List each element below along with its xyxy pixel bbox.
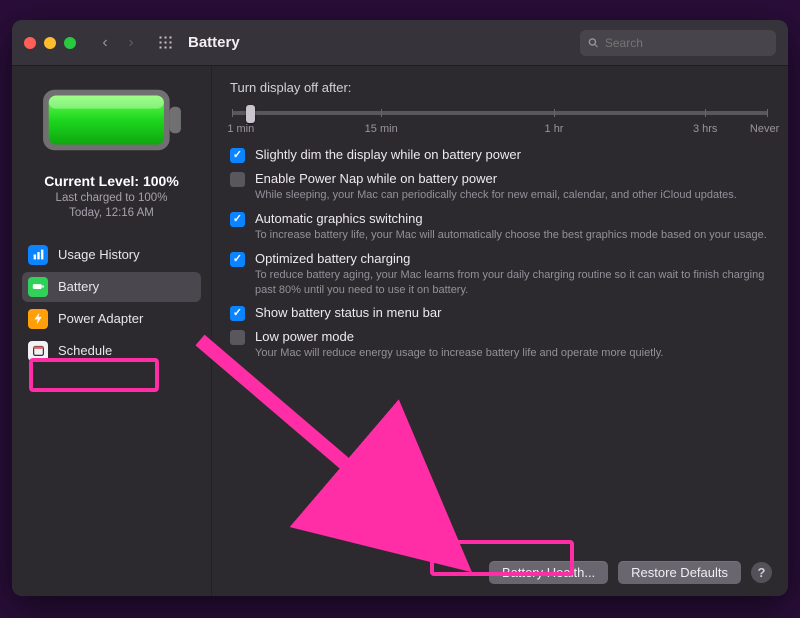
option-label: Low power mode — [255, 329, 663, 344]
option-row: Slightly dim the display while on batter… — [230, 147, 770, 163]
zoom-icon[interactable] — [64, 37, 76, 49]
window-controls — [24, 37, 76, 49]
option-description: To increase battery life, your Mac will … — [255, 228, 767, 243]
search-icon — [588, 37, 599, 49]
battery-meta: Current Level: 100% Last charged to 100%… — [44, 172, 179, 222]
close-icon[interactable] — [24, 37, 36, 49]
sidebar-item-label: Usage History — [58, 247, 140, 262]
sidebar-list: Usage History Battery Power Adapter — [22, 240, 201, 366]
slider-thumb[interactable] — [246, 105, 255, 123]
checkbox[interactable] — [230, 148, 245, 163]
sidebar-item-label: Battery — [58, 279, 99, 294]
sidebar-item-usage-history[interactable]: Usage History — [22, 240, 201, 270]
option-row: Show battery status in menu bar — [230, 305, 770, 321]
option-label: Optimized battery charging — [255, 251, 770, 266]
restore-defaults-button[interactable]: Restore Defaults — [618, 561, 741, 584]
option-description: While sleeping, your Mac can periodicall… — [255, 188, 737, 203]
checkbox[interactable] — [230, 212, 245, 227]
sidebar-item-battery[interactable]: Battery — [22, 272, 201, 302]
calendar-icon — [28, 341, 48, 361]
all-prefs-icon[interactable] — [158, 35, 174, 51]
sidebar-item-schedule[interactable]: Schedule — [22, 336, 201, 366]
option-row: Enable Power Nap while on battery power W… — [230, 171, 770, 203]
sidebar: Current Level: 100% Last charged to 100%… — [12, 66, 212, 596]
search-field[interactable] — [580, 30, 776, 56]
last-charged: Last charged to 100% — [44, 191, 179, 207]
charge-timestamp: Today, 12:16 AM — [44, 206, 179, 222]
battery-health-button[interactable]: Battery Health... — [489, 561, 608, 584]
back-button[interactable]: ‹ — [96, 34, 114, 52]
slider-title: Turn display off after: — [230, 80, 770, 95]
sidebar-item-label: Schedule — [58, 343, 112, 358]
checkbox[interactable] — [230, 252, 245, 267]
bolt-icon — [28, 309, 48, 329]
titlebar: ‹ › Battery — [12, 20, 788, 66]
checkbox[interactable] — [230, 172, 245, 187]
option-label: Show battery status in menu bar — [255, 305, 441, 320]
forward-button[interactable]: › — [122, 34, 140, 52]
checkbox[interactable] — [230, 330, 245, 345]
chart-icon — [28, 245, 48, 265]
display-off-slider[interactable]: 1 min 15 min 1 hr 3 hrs Never — [230, 99, 770, 137]
help-button[interactable]: ? — [751, 562, 772, 583]
footer-buttons: Battery Health... Restore Defaults ? — [489, 561, 772, 584]
battery-preferences-window: ‹ › Battery Current — [12, 20, 788, 596]
option-label: Automatic graphics switching — [255, 211, 767, 226]
option-description: To reduce battery aging, your Mac learns… — [255, 268, 770, 298]
current-level: Current Level: 100% — [44, 172, 179, 191]
search-input[interactable] — [605, 36, 768, 50]
option-label: Enable Power Nap while on battery power — [255, 171, 737, 186]
option-row: Optimized battery charging To reduce batt… — [230, 251, 770, 298]
main-panel: Turn display off after: 1 min 15 min 1 h… — [212, 66, 788, 596]
option-label: Slightly dim the display while on batter… — [255, 147, 521, 162]
slider-track — [232, 111, 768, 115]
option-description: Your Mac will reduce energy usage to inc… — [255, 346, 663, 361]
checkbox[interactable] — [230, 306, 245, 321]
option-row: Automatic graphics switching To increase … — [230, 211, 770, 243]
battery-icon — [28, 277, 48, 297]
sidebar-item-power-adapter[interactable]: Power Adapter — [22, 304, 201, 334]
minimize-icon[interactable] — [44, 37, 56, 49]
battery-large-icon — [41, 86, 183, 154]
page-title: Battery — [188, 34, 240, 51]
sidebar-item-label: Power Adapter — [58, 311, 143, 326]
option-row: Low power mode Your Mac will reduce energ… — [230, 329, 770, 361]
